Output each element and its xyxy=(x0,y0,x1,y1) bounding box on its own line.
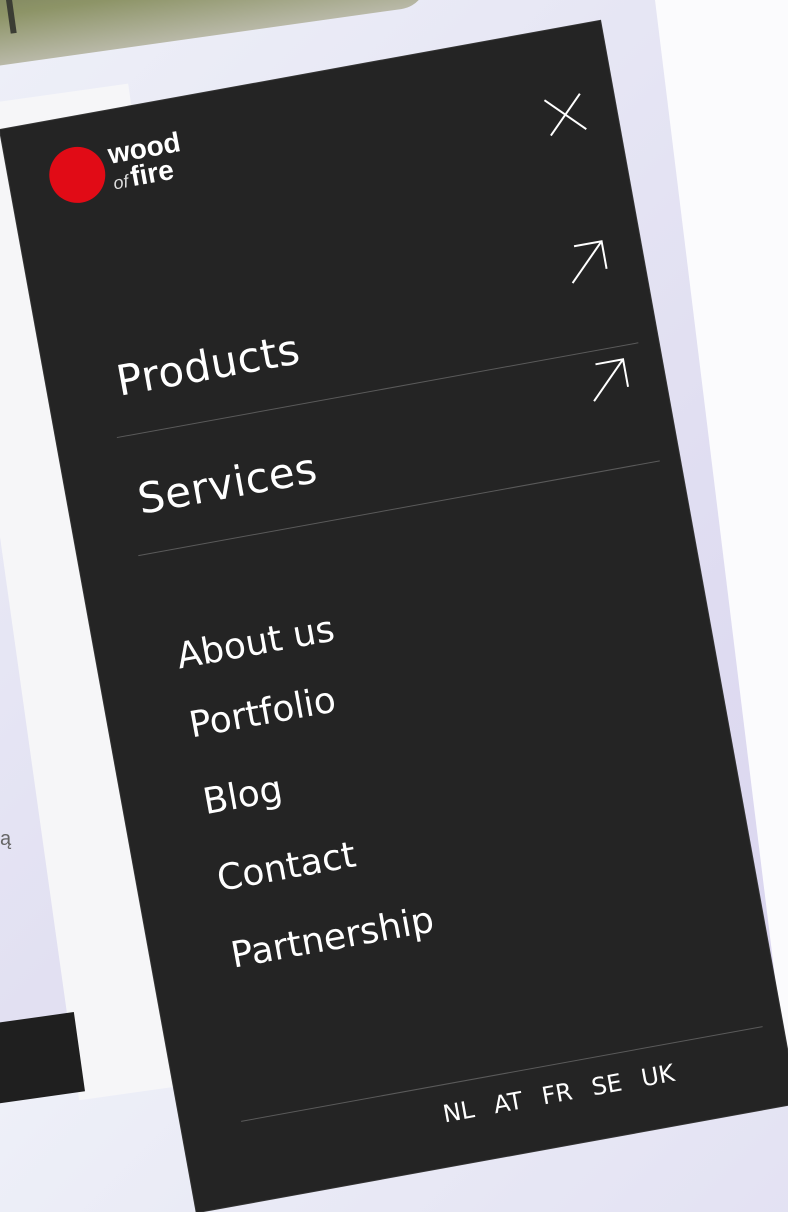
language-at[interactable]: AT xyxy=(491,1086,525,1119)
logo-word-of: of xyxy=(111,170,130,193)
arrow-up-right-icon xyxy=(583,355,634,406)
menu-item-services-label: Services xyxy=(133,443,321,524)
language-uk[interactable]: UK xyxy=(639,1059,677,1093)
background-dark-block xyxy=(0,1012,85,1108)
arrow-up-right-icon xyxy=(562,237,613,288)
language-se[interactable]: SE xyxy=(589,1068,624,1101)
language-nl[interactable]: NL xyxy=(441,1095,477,1128)
logo-red-dot xyxy=(44,142,110,208)
close-icon xyxy=(543,93,587,137)
logo-word-fire: fire xyxy=(127,153,177,192)
secondary-links: About us Portfolio Blog Contact Partners… xyxy=(172,591,441,996)
menu-item-products-label: Products xyxy=(112,324,304,406)
language-switcher: NL AT FR SE UK xyxy=(441,1059,677,1129)
background-text-fragment: ą xyxy=(0,828,12,850)
background-photo xyxy=(0,0,431,69)
language-fr[interactable]: FR xyxy=(540,1077,575,1110)
brand-logo[interactable]: wood offire xyxy=(44,126,188,208)
logo-wordmark: wood offire xyxy=(105,126,188,196)
close-menu-button[interactable] xyxy=(541,90,590,139)
